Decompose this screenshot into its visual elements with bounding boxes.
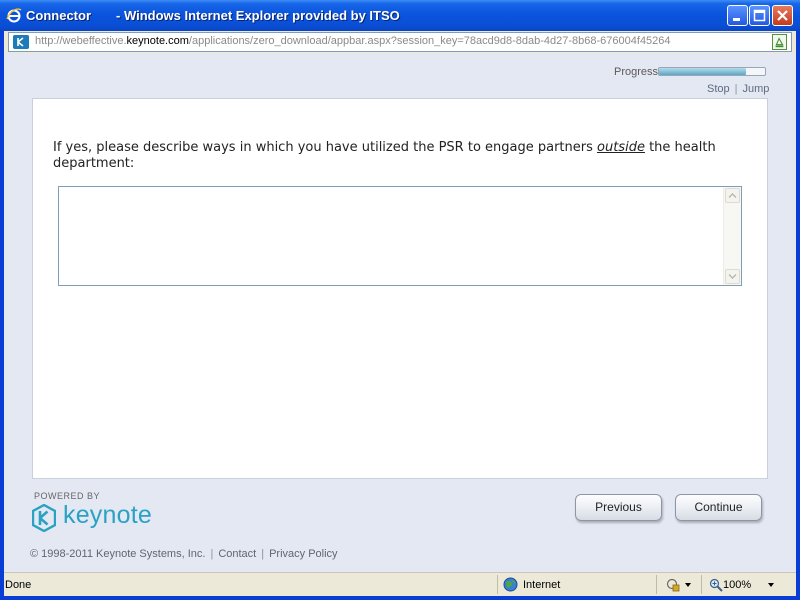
previous-button[interactable]: Previous	[575, 494, 662, 521]
keynote-page-icon	[13, 35, 29, 49]
jump-link[interactable]: Jump	[743, 83, 770, 95]
close-icon	[777, 10, 788, 21]
scroll-up-button[interactable]	[725, 188, 740, 203]
question-text: If yes, please describe ways in which yo…	[53, 140, 743, 172]
minimize-button[interactable]	[727, 5, 748, 26]
continue-button[interactable]: Continue	[675, 494, 762, 521]
footer-separator: |	[261, 548, 265, 560]
privacy-policy-link[interactable]: Privacy Policy	[269, 548, 337, 560]
url-path: /applications/zero_download/appbar.aspx?…	[188, 35, 671, 47]
status-bar: Done Internet 100%	[4, 572, 796, 596]
maximize-button[interactable]	[749, 5, 770, 26]
copyright-text: © 1998-2011 Keynote Systems, Inc.	[30, 548, 206, 560]
protected-mode-dropdown[interactable]	[685, 583, 691, 587]
keynote-logo-icon	[32, 504, 56, 532]
zoom-level[interactable]: 100%	[723, 579, 751, 591]
page-content: Progress Stop | Jump If yes, please descri…	[4, 53, 796, 572]
ie-logo-icon	[6, 8, 22, 23]
progress-label: Progress	[614, 66, 659, 78]
answer-scroll-container	[58, 186, 742, 286]
question-emphasis: outside	[597, 140, 645, 155]
nav-separator: |	[734, 83, 738, 95]
security-zone: Internet	[523, 579, 561, 591]
scroll-down-icon	[728, 274, 737, 279]
powered-by-label: POWERED BY	[34, 491, 101, 501]
title-bar: Connector - Windows Internet Explorer pr…	[0, 0, 800, 31]
minimize-icon	[733, 18, 740, 21]
footer: © 1998-2011 Keynote Systems, Inc. | Contac…	[30, 548, 338, 560]
address-field[interactable]: http://webeffective.keynote.com/applicat…	[8, 32, 792, 52]
globe-icon	[503, 577, 518, 592]
scroll-up-icon	[728, 193, 737, 198]
keynote-wordmark: keynote	[63, 501, 152, 529]
progress-bar	[658, 67, 766, 76]
url-prefix: http://webeffective.	[35, 35, 127, 47]
zoom-dropdown[interactable]	[768, 583, 774, 587]
compatibility-icon[interactable]	[772, 34, 787, 50]
maximize-icon	[753, 9, 766, 22]
survey-nav-links: Stop | Jump	[707, 83, 769, 95]
status-divider	[656, 575, 657, 594]
status-divider	[701, 575, 702, 594]
url-host: keynote.com	[126, 35, 189, 47]
footer-separator: |	[210, 548, 214, 560]
scroll-down-button[interactable]	[725, 269, 740, 284]
stop-link[interactable]: Stop	[707, 83, 730, 95]
question-panel: If yes, please describe ways in which yo…	[32, 98, 768, 479]
answer-scrollbar[interactable]	[723, 187, 741, 285]
zoom-icon[interactable]	[709, 578, 723, 592]
address-url[interactable]: http://webeffective.keynote.com/applicat…	[35, 35, 671, 47]
window-title: Connector	[26, 8, 91, 23]
status-divider	[497, 575, 498, 594]
close-button[interactable]	[772, 5, 793, 26]
status-text: Done	[5, 579, 32, 591]
address-bar: http://webeffective.keynote.com/applicat…	[4, 31, 796, 53]
question-text-before: If yes, please describe ways in which yo…	[53, 140, 598, 155]
progress-fill	[659, 68, 746, 75]
window-title-suffix: - Windows Internet Explorer provided by …	[116, 8, 400, 23]
browser-window: Connector - Windows Internet Explorer pr…	[0, 0, 800, 600]
protected-mode-icon[interactable]	[666, 578, 680, 592]
contact-link[interactable]: Contact	[218, 548, 256, 560]
